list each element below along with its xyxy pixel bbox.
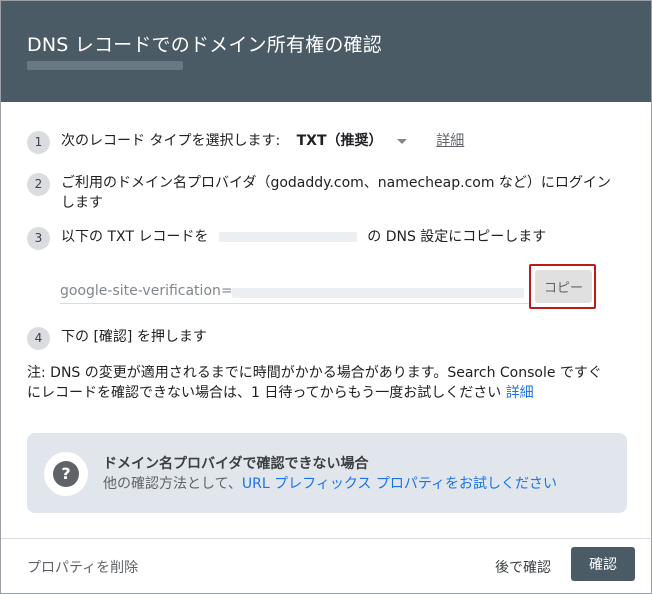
redacted-verification-token bbox=[232, 288, 524, 298]
dialog-header: DNS レコードでのドメイン所有権の確認 bbox=[1, 1, 651, 102]
txt-record-field[interactable]: google-site-verification= bbox=[60, 269, 530, 304]
help-text: 他の確認方法として、 bbox=[103, 476, 242, 492]
dropdown-caret-icon bbox=[397, 138, 408, 144]
verify-later-button[interactable]: 後で確認 bbox=[495, 557, 551, 577]
question-icon: ? bbox=[53, 461, 79, 487]
note-detail-link[interactable]: 詳細 bbox=[506, 385, 534, 401]
step-number: 1 bbox=[27, 131, 50, 154]
note-line-2: にレコードを確認できない場合は、1 日待ってからもう一度お試しください bbox=[27, 385, 506, 401]
url-prefix-property-link[interactable]: URL プレフィックス プロパティをお試しください bbox=[242, 476, 557, 492]
dns-delay-note: 注: DNS の変更が適用されるまでに時間がかかる場合があります。Search … bbox=[27, 363, 627, 403]
dns-verification-dialog: DNS レコードでのドメイン所有権の確認 1 次のレコード タイプを選択します:… bbox=[0, 0, 652, 594]
step-number: 2 bbox=[27, 173, 50, 196]
delete-property-button[interactable]: プロパティを削除 bbox=[27, 557, 138, 577]
redacted-domain bbox=[27, 61, 183, 70]
record-type-detail-link[interactable]: 詳細 bbox=[436, 133, 464, 149]
step-number: 3 bbox=[27, 227, 50, 250]
dialog-footer: プロパティを削除 後で確認 確認 bbox=[1, 538, 651, 593]
step-2-line-2: します bbox=[61, 195, 103, 211]
note-line-1: 注: DNS の変更が適用されるまでに時間がかかる場合があります。Search … bbox=[27, 365, 602, 381]
step-3-label-after: の DNS 設定にコピーします bbox=[367, 229, 547, 245]
dialog-title: DNS レコードでのドメイン所有権の確認 bbox=[27, 34, 382, 56]
txt-record-value: google-site-verification= bbox=[60, 283, 233, 299]
step-4-label: 下の [確認] を押します bbox=[61, 329, 207, 345]
record-type-value: TXT（推奨） bbox=[296, 133, 383, 149]
alternative-method-box: ? ドメイン名プロバイダで確認できない場合 他の確認方法として、URL プレフィ… bbox=[27, 433, 627, 513]
step-number: 4 bbox=[27, 327, 50, 350]
record-type-select[interactable]: TXT（推奨） bbox=[297, 133, 413, 149]
redacted-domain bbox=[218, 232, 357, 242]
copy-button[interactable]: コピー bbox=[535, 270, 592, 303]
help-title: ドメイン名プロバイダで確認できない場合 bbox=[103, 456, 369, 472]
verify-button[interactable]: 確認 bbox=[571, 547, 635, 581]
txt-record-row: google-site-verification= bbox=[60, 269, 593, 304]
step-2-line-1: ご利用のドメイン名プロバイダ（godaddy.com、namecheap.com… bbox=[61, 175, 611, 191]
step-3-label-before: 以下の TXT レコードを bbox=[61, 229, 209, 245]
step-1-label: 次のレコード タイプを選択します: bbox=[61, 133, 281, 149]
help-icon-circle: ? bbox=[44, 452, 88, 496]
